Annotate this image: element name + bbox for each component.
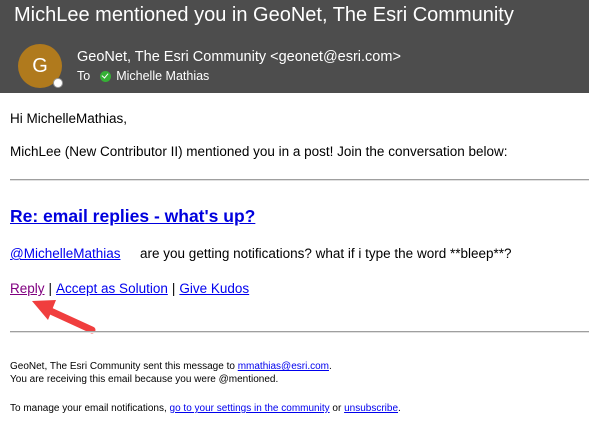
post-title-link[interactable]: Re: email replies - what's up? — [10, 206, 255, 227]
greeting: Hi MichelleMathias, — [10, 111, 128, 126]
settings-link[interactable]: go to your settings in the community — [170, 403, 330, 414]
unsubscribe-link[interactable]: unsubscribe — [344, 403, 398, 414]
divider — [10, 179, 589, 181]
divider — [10, 331, 589, 333]
recipient-name[interactable]: Michelle Mathias — [116, 69, 209, 83]
recipient-email-link[interactable]: mmathias@esri.com — [238, 361, 329, 372]
footer-or: or — [332, 403, 342, 414]
post-actions: Reply | Accept as Solution | Give Kudos — [10, 281, 249, 296]
email-header: MichLee mentioned you in GeoNet, The Esr… — [0, 0, 589, 93]
sender-address[interactable]: GeoNet, The Esri Community <geonet@esri.… — [77, 49, 401, 65]
check-icon — [100, 70, 112, 82]
post-excerpt: @MichelleMathias are you getting notific… — [10, 246, 512, 261]
footer-period: . — [328, 361, 332, 372]
accept-solution-link[interactable]: Accept as Solution — [56, 281, 168, 296]
email-subject: MichLee mentioned you in GeoNet, The Esr… — [14, 4, 514, 26]
footer-reason: You are receiving this email because you… — [10, 374, 279, 385]
intro-text: MichLee (New Contributor II) mentioned y… — [10, 144, 508, 159]
post-text: are you getting notifications? what if i… — [140, 246, 512, 261]
recipient-row: To Michelle Mathias — [77, 69, 209, 83]
footer-sent-text: GeoNet, The Esri Community sent this mes… — [10, 361, 235, 372]
footer-manage-line: To manage your email notifications, go t… — [10, 403, 401, 414]
footer-sent-line: GeoNet, The Esri Community sent this mes… — [10, 361, 332, 372]
reply-link[interactable]: Reply — [10, 281, 45, 296]
presence-status-icon — [53, 78, 63, 88]
to-label: To — [77, 69, 91, 83]
give-kudos-link[interactable]: Give Kudos — [179, 281, 249, 296]
action-separator: | — [48, 281, 53, 296]
mention-link[interactable]: @MichelleMathias — [10, 246, 121, 261]
footer-period: . — [398, 403, 401, 414]
red-arrow-icon — [32, 300, 96, 334]
action-separator: | — [171, 281, 176, 296]
footer-manage-text: To manage your email notifications, — [10, 403, 167, 414]
